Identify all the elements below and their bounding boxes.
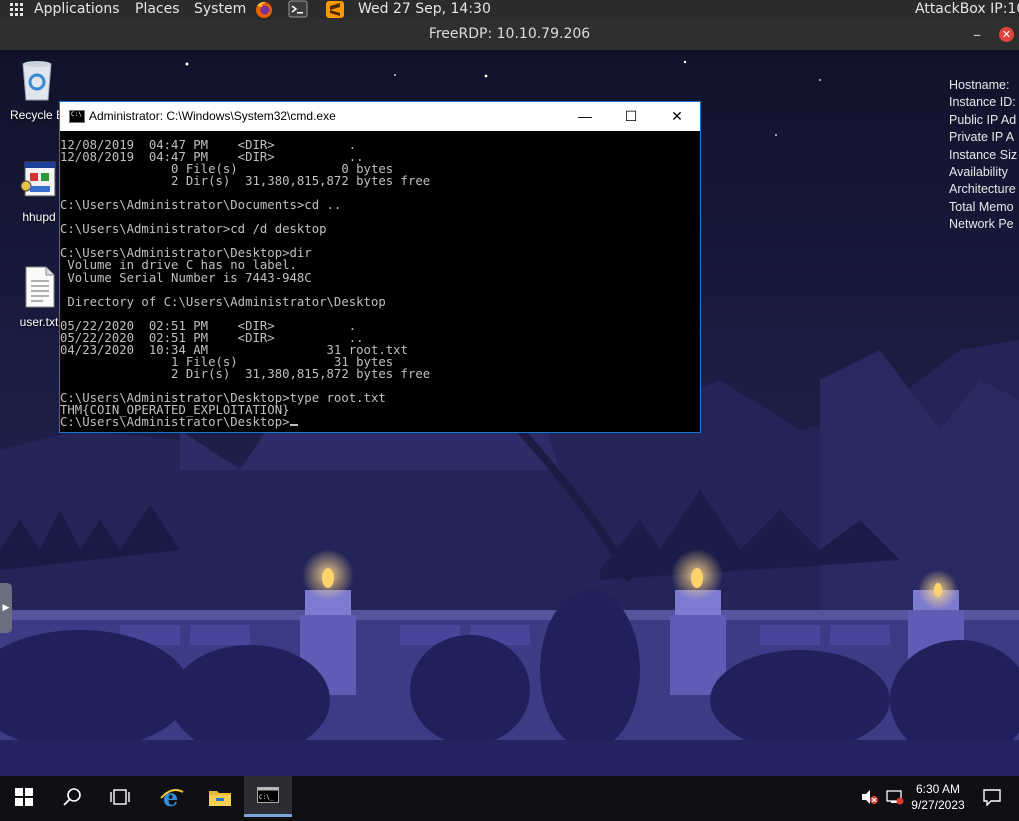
- recycle-bin-icon: [4, 58, 70, 105]
- svg-text:C:\_: C:\_: [259, 794, 274, 801]
- cmd-taskbar-button[interactable]: C:\_: [244, 776, 292, 817]
- instance-info-instance-size: Instance Siz: [949, 147, 1018, 162]
- places-menu[interactable]: Places: [135, 0, 180, 19]
- instance-info-availability: Availability: [949, 165, 1008, 180]
- task-view-button[interactable]: [96, 776, 144, 817]
- instance-info-instance-id: Instance ID:: [949, 95, 1016, 110]
- cmd-line: C:\Users\Administrator>cd /d desktop: [60, 222, 327, 237]
- notifications-icon: [983, 788, 1001, 806]
- rdp-close-button[interactable]: ✕: [999, 27, 1014, 42]
- taskbar-clock[interactable]: 6:30 AM 9/27/2023: [904, 781, 972, 813]
- cmd-maximize-button[interactable]: ☐: [608, 102, 654, 131]
- system-menu[interactable]: System: [194, 0, 246, 19]
- instance-info-hostname: Hostname:: [949, 78, 1010, 92]
- search-button[interactable]: [48, 776, 96, 817]
- cmd-icon: C:\_: [257, 787, 279, 803]
- network-icon: [886, 789, 904, 804]
- instance-info-architecture: Architecture: [949, 182, 1016, 197]
- attackbox-ip-label: AttackBox IP:10: [915, 1, 1019, 17]
- start-icon: [15, 787, 33, 806]
- desktop-icon-label: user.txt: [19, 315, 59, 329]
- rdp-window-titlebar[interactable]: FreeRDP: 10.10.79.206 – ✕: [0, 19, 1019, 50]
- action-center-button[interactable]: [978, 776, 1006, 817]
- search-icon: [63, 787, 81, 806]
- rdp-window-title: FreeRDP: 10.10.79.206: [428, 26, 591, 42]
- cmd-app-icon: C:\: [69, 110, 85, 123]
- panel-clock[interactable]: Wed 27 Sep, 14:30: [358, 0, 491, 19]
- cmd-window[interactable]: C:\ Administrator: C:\Windows\System32\c…: [59, 101, 701, 433]
- svg-text:e: e: [163, 784, 178, 810]
- apps-grid-icon[interactable]: [10, 3, 24, 17]
- start-button[interactable]: [0, 776, 48, 817]
- desktop-icon-label: Recycle B: [9, 108, 65, 122]
- internet-explorer-button[interactable]: e: [148, 776, 196, 817]
- instance-info-total-memory: Total Memo: [949, 199, 1014, 214]
- file-explorer-button[interactable]: [196, 776, 244, 817]
- cmd-window-title: Administrator: C:\Windows\System32\cmd.e…: [89, 109, 336, 123]
- sublime-text-icon[interactable]: [325, 0, 345, 19]
- cmd-line: Directory of C:\Users\Administrator\Desk…: [60, 294, 386, 309]
- task-view-icon: [110, 788, 130, 805]
- volume-tray-button[interactable]: [856, 776, 884, 817]
- instance-info-network: Network Pe: [949, 217, 1014, 232]
- instance-info-public-ip: Public IP Ad: [949, 112, 1017, 127]
- internet-explorer-icon: e: [160, 784, 184, 810]
- firefox-icon[interactable]: [254, 0, 274, 19]
- remote-desktop: Recycle B hhupd user.txt Hostname: Insta…: [0, 50, 1019, 776]
- taskbar: e C:\_ 6:30 AM 9/27/2023: [0, 776, 1019, 821]
- cmd-line: Volume Serial Number is 7443-948C: [60, 270, 312, 285]
- applications-menu[interactable]: Applications: [34, 0, 120, 19]
- cmd-output[interactable]: 12/08/2019 04:47 PM <DIR> . 12/08/2019 0…: [60, 139, 700, 429]
- desktop-icon-label: hhupd: [22, 210, 56, 224]
- cmd-titlebar[interactable]: C:\ Administrator: C:\Windows\System32\c…: [60, 102, 700, 131]
- cmd-close-button[interactable]: ✕: [654, 102, 700, 131]
- file-explorer-icon: [209, 790, 231, 806]
- cmd-line: 2 Dir(s) 31,380,815,872 bytes free: [60, 174, 431, 189]
- cmd-line: C:\Users\Administrator\Documents>cd ..: [60, 198, 342, 213]
- sidebar-expand-handle[interactable]: ▶: [0, 583, 12, 633]
- speaker-muted-icon: [862, 789, 878, 804]
- instance-info-panel: Hostname: Instance ID: Public IP Ad Priv…: [949, 77, 1017, 234]
- clock-time: 6:30 AM: [915, 782, 961, 796]
- cmd-cursor: [289, 424, 298, 427]
- clock-date: 9/27/2023: [911, 798, 965, 812]
- instance-info-private-ip: Private IP A: [949, 130, 1015, 145]
- cmd-minimize-button[interactable]: —: [562, 102, 608, 131]
- cmd-prompt: C:\Users\Administrator\Desktop>: [60, 415, 290, 429]
- cmd-line: 2 Dir(s) 31,380,815,872 bytes free: [60, 366, 431, 381]
- terminal-icon[interactable]: [288, 0, 308, 19]
- rdp-minimize-button[interactable]: –: [973, 19, 981, 50]
- top-panel: Applications Places System Wed 27 Sep, 1…: [0, 0, 1019, 19]
